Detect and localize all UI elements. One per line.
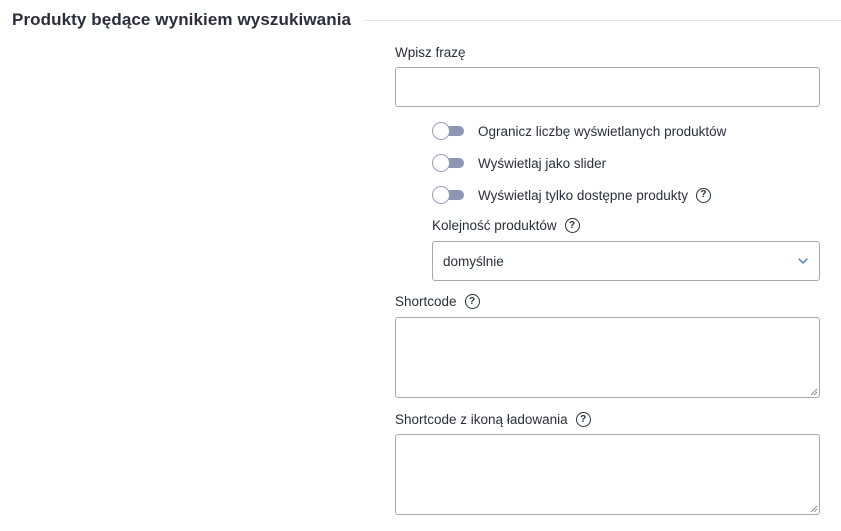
slider-toggle[interactable] xyxy=(432,154,464,172)
shortcode-label: Shortcode ? xyxy=(395,294,480,309)
question-circle-icon[interactable]: ? xyxy=(575,412,591,427)
shortcode-loading-textarea[interactable] xyxy=(395,434,820,515)
available-only-label: Wyświetlaj tylko dostępne produkty xyxy=(478,187,688,203)
resize-handle-icon[interactable] xyxy=(809,504,818,513)
question-circle-icon[interactable]: ? xyxy=(564,218,580,233)
section-divider xyxy=(365,20,841,21)
section-title: Produkty będące wynikiem wyszukiwania xyxy=(12,10,352,29)
order-label-text: Kolejność produktów xyxy=(432,218,557,233)
phrase-label-text: Wpisz frazę xyxy=(395,45,466,60)
phrase-label: Wpisz frazę xyxy=(395,45,466,60)
slider-label: Wyświetlaj jako slider xyxy=(478,155,607,171)
toggle-row-limit[interactable]: Ogranicz liczbę wyświetlanych produktów xyxy=(432,122,726,140)
toggle-knob xyxy=(432,154,450,172)
resize-handle-icon[interactable] xyxy=(809,387,818,396)
shortcode-textarea[interactable] xyxy=(395,317,820,398)
shortcode-loading-label: Shortcode z ikoną ładowania ? xyxy=(395,412,591,427)
available-only-toggle[interactable] xyxy=(432,186,464,204)
limit-products-toggle[interactable] xyxy=(432,122,464,140)
toggle-knob xyxy=(432,186,450,204)
question-circle-icon[interactable]: ? xyxy=(695,187,711,203)
shortcode-label-text: Shortcode xyxy=(395,294,457,309)
section-header: Produkty będące wynikiem wyszukiwania xyxy=(12,8,841,32)
toggle-row-slider[interactable]: Wyświetlaj jako slider xyxy=(432,154,606,172)
order-select[interactable]: domyślnie xyxy=(432,241,820,281)
chevron-down-icon xyxy=(798,258,808,264)
toggle-row-available[interactable]: Wyświetlaj tylko dostępne produkty ? xyxy=(432,186,711,204)
phrase-input[interactable] xyxy=(395,67,820,107)
order-label: Kolejność produktów ? xyxy=(432,218,580,233)
order-selected-value: domyślnie xyxy=(443,253,504,269)
shortcode-loading-label-text: Shortcode z ikoną ładowania xyxy=(395,412,568,427)
toggle-knob xyxy=(432,122,450,140)
question-circle-icon[interactable]: ? xyxy=(464,294,480,309)
limit-products-label: Ogranicz liczbę wyświetlanych produktów xyxy=(478,123,727,139)
